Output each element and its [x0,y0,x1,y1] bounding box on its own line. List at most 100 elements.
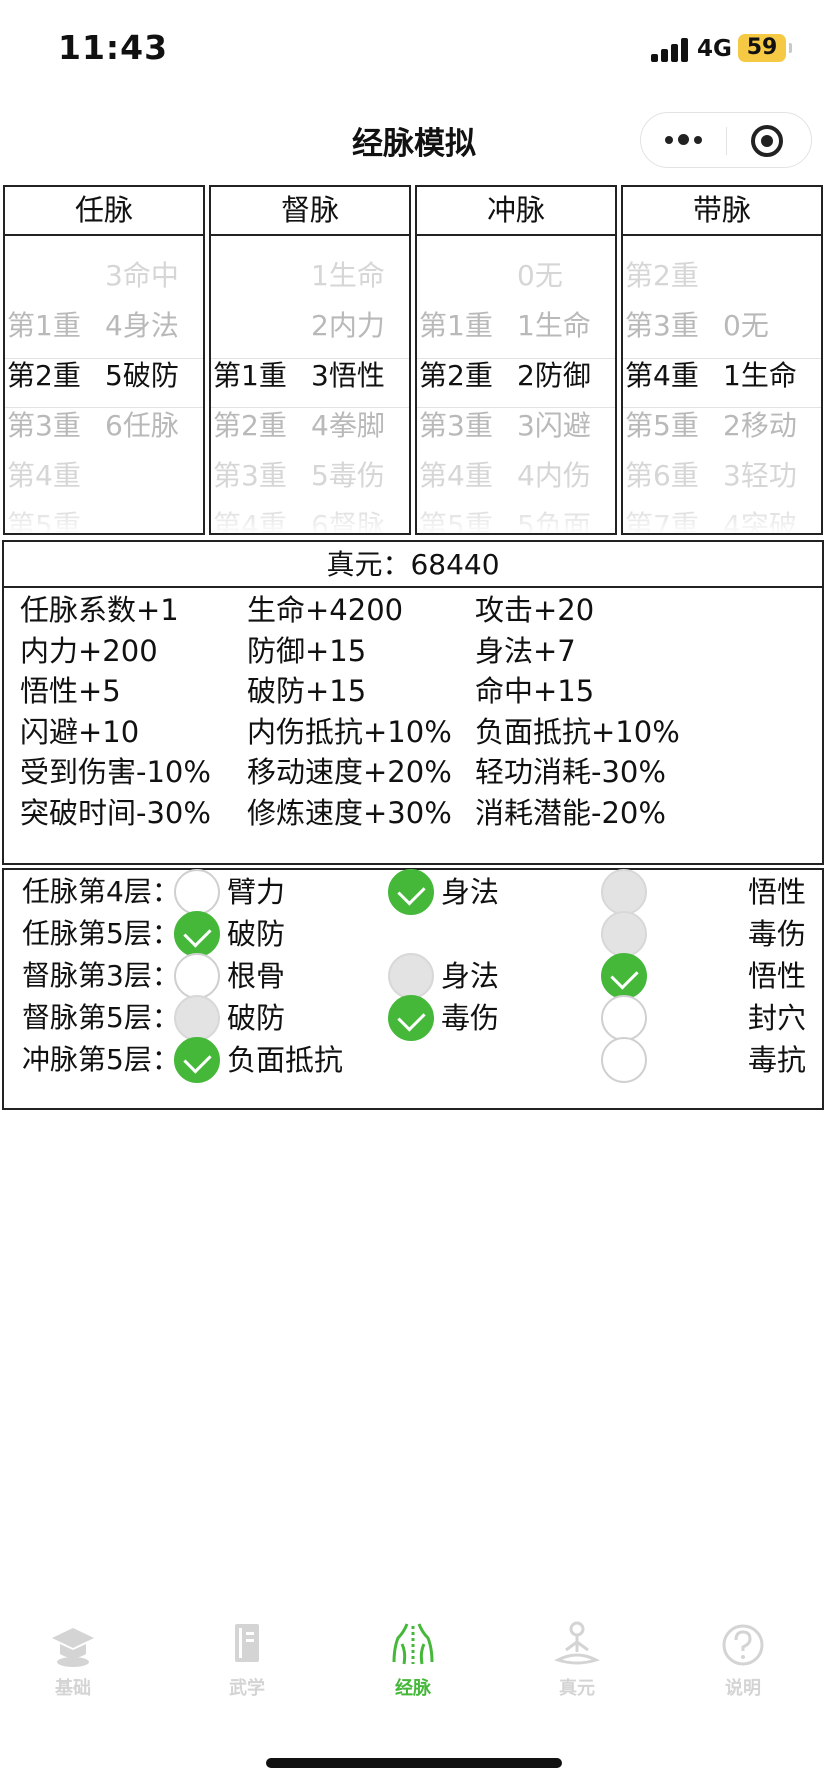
option-label[interactable]: 破防 [227,910,285,958]
meridian-picker: 带脉第1重第2重第3重第4重第5重第6重第7重 0无 1生命 2移动 3轻功 4突破 [621,185,823,535]
option-row: 督脉第3层： 根骨 身法 悟性 [4,952,822,1000]
attribute-option[interactable]: 0无 [723,306,769,346]
network-type: 4G [697,36,732,62]
picker-wheel[interactable]: 第1重第2重第3重第4重 0无 1生命 2内力 3悟性 4拳脚 5毒伤 6督脉 [211,236,409,533]
tab-help-label: 说明 [725,1678,761,1699]
picker-title: 任脉 [5,187,203,236]
attribute-option[interactable]: 5毒伤 [311,456,385,496]
level-option[interactable]: 第1重 [625,236,699,246]
attribute-option[interactable]: 1生命 [311,256,385,296]
level-option[interactable]: 第1重 [7,306,81,346]
tab-martial[interactable]: 武学 [187,1620,307,1700]
picker-wheel[interactable]: 第1重第2重第3重第4重第5重 2攻击 3命中 4身法 5破防 6任脉 [5,236,203,533]
stat-bonus: 轻功消耗-30% [475,755,666,789]
attribute-option[interactable]: 1生命 [723,356,797,396]
attribute-option[interactable]: 0无 [517,256,563,296]
attribute-option[interactable]: 6任脉 [105,406,179,446]
attribute-option[interactable]: 1生命 [517,306,591,346]
attribute-option[interactable]: 3闪避 [517,406,591,446]
checkbox-circle-icon[interactable] [388,953,434,999]
level-option[interactable]: 第4重 [625,356,699,396]
level-option[interactable]: 第2重 [625,256,699,296]
picker-wheel[interactable]: 第1重第2重第3重第4重第5重第6重第7重 0无 1生命 2移动 3轻功 4突破 [623,236,821,533]
attribute-option[interactable]: 0无 [311,236,357,246]
option-label[interactable]: 破防 [227,994,285,1042]
checked-circle-icon[interactable] [601,953,647,999]
capsule-divider [726,127,727,155]
picker-fade-top [211,236,409,258]
attribute-option[interactable]: 4拳脚 [311,406,385,446]
tab-martial-label: 武学 [229,1678,265,1699]
tab-basic[interactable]: 基础 [13,1620,133,1700]
close-miniprogram-icon[interactable] [751,125,783,157]
stat-bonus: 闪避+10 [20,714,140,749]
level-option[interactable]: 第1重 [419,306,493,346]
checked-circle-icon[interactable] [174,1037,220,1083]
attribute-option[interactable]: 2攻击 [105,236,179,246]
level-option[interactable]: 第3重 [419,406,493,446]
level-option[interactable]: 第2重 [213,406,287,446]
signal-icon [651,38,691,62]
attribute-option[interactable]: 3悟性 [311,356,385,396]
checkbox-circle-icon[interactable] [174,869,220,915]
level-option[interactable]: 第4重 [213,506,287,533]
level-option[interactable]: 第7重 [625,506,699,533]
tab-help[interactable]: 说明 [683,1620,803,1700]
attribute-option[interactable]: 2内力 [311,306,385,346]
level-option[interactable]: 第5重 [7,506,81,533]
level-option[interactable]: 第2重 [7,356,81,396]
more-icon[interactable] [663,129,705,153]
tab-meridian[interactable]: 经脉 [353,1620,473,1700]
stat-bonus: 修炼速度+30% [247,795,452,830]
option-row-label: 督脉第5层： [22,1001,180,1034]
attribute-option[interactable]: 4内伤 [517,456,591,496]
option-label[interactable]: 毒伤 [441,994,499,1042]
checkbox-circle-icon[interactable] [174,995,220,1041]
attribute-option[interactable]: 5负面 [517,506,591,533]
level-option[interactable]: 第4重 [7,456,81,496]
attribute-option[interactable]: 6督脉 [311,506,385,533]
stat-bonus: 身法+7 [475,633,576,668]
attribute-option[interactable]: 5破防 [105,356,179,396]
level-option[interactable]: 第4重 [419,456,493,496]
checked-circle-icon[interactable] [388,869,434,915]
option-label[interactable]: 毒伤 [748,910,806,958]
option-label[interactable]: 负面抵抗 [227,1036,343,1084]
option-label[interactable]: 根骨 [227,952,285,1000]
option-label[interactable]: 身法 [441,868,499,916]
tab-bar: 基础 武学 经脉 真元 说明 [0,1620,828,1730]
option-row: 冲脉第5层： 负面抵抗 毒抗 [4,1036,822,1084]
attribute-option[interactable]: 4身法 [105,306,179,346]
option-label[interactable]: 毒抗 [748,1036,806,1084]
tab-zhenyuan[interactable]: 真元 [517,1620,637,1700]
checkbox-circle-icon[interactable] [601,995,647,1041]
option-label[interactable]: 身法 [441,952,499,1000]
level-option[interactable]: 第3重 [213,456,287,496]
checkbox-circle-icon[interactable] [601,1037,647,1083]
option-label[interactable]: 臂力 [227,868,285,916]
option-label[interactable]: 悟性 [748,952,806,1000]
level-option[interactable]: 第2重 [419,356,493,396]
attribute-option[interactable]: 3命中 [105,256,179,296]
meridian-picker: 任脉第1重第2重第3重第4重第5重 2攻击 3命中 4身法 5破防 6任脉 [3,185,205,535]
option-label[interactable]: 封穴 [748,994,806,1042]
checkbox-circle-icon[interactable] [601,911,647,957]
picker-fade-top [417,236,615,258]
attribute-option[interactable]: 3轻功 [723,456,797,496]
level-option[interactable]: 第5重 [419,506,493,533]
level-option[interactable]: 第3重 [7,406,81,446]
checked-circle-icon[interactable] [174,911,220,957]
attribute-option[interactable]: 2移动 [723,406,797,446]
checkbox-circle-icon[interactable] [174,953,220,999]
level-option[interactable]: 第5重 [625,406,699,446]
stat-bonus: 命中+15 [475,674,595,708]
attribute-option[interactable]: 2防御 [517,356,591,396]
option-label[interactable]: 悟性 [748,868,806,916]
level-option[interactable]: 第1重 [213,356,287,396]
checkbox-circle-icon[interactable] [601,869,647,915]
picker-wheel[interactable]: 第1重第2重第3重第4重第5重 0无 1生命 2防御 3闪避 4内伤 5负面 [417,236,615,533]
level-option[interactable]: 第3重 [625,306,699,346]
level-option[interactable]: 第6重 [625,456,699,496]
checked-circle-icon[interactable] [388,995,434,1041]
attribute-option[interactable]: 4突破 [723,506,797,533]
